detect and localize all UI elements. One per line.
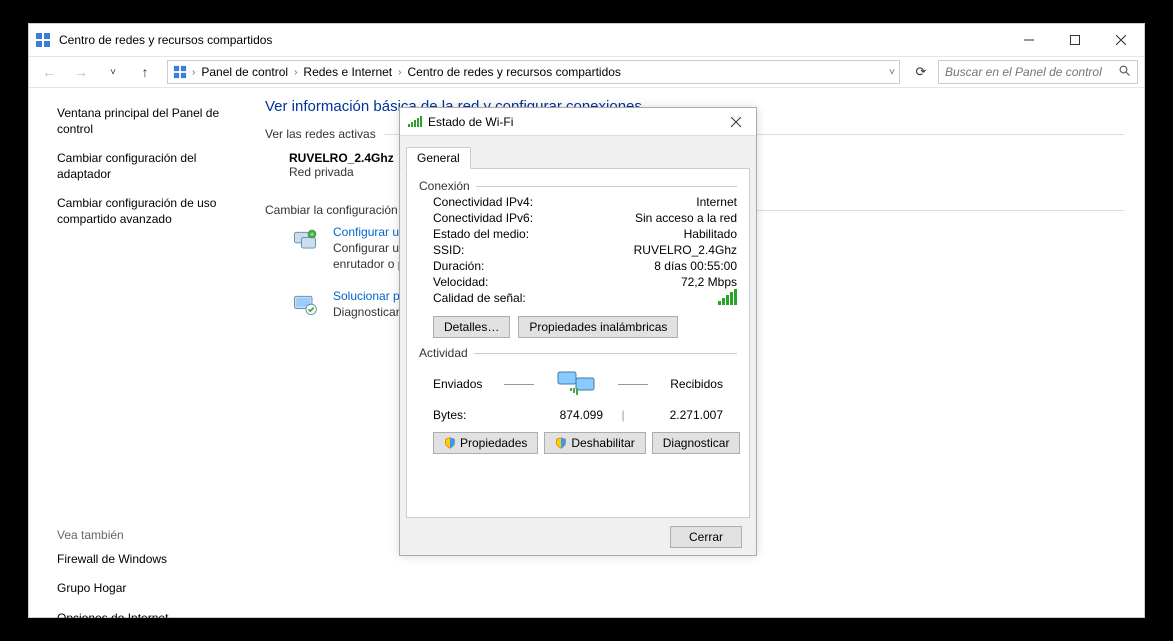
duration-value: 8 días 00:55:00: [654, 259, 737, 273]
back-button[interactable]: ←: [35, 58, 63, 86]
group-activity-label: Actividad: [419, 346, 468, 360]
breadcrumb-item[interactable]: Centro de redes y recursos compartidos: [406, 65, 623, 79]
sidebar-link-sharing[interactable]: Cambiar configuración de uso compartido …: [57, 196, 235, 227]
chevron-down-icon[interactable]: ˅: [889, 67, 895, 78]
tab-body: Conexión Conectividad IPv4:Internet Cone…: [406, 168, 750, 518]
breadcrumb-item[interactable]: Redes e Internet: [301, 65, 394, 79]
see-also-header: Vea también: [57, 528, 235, 542]
disable-button[interactable]: Deshabilitar: [544, 432, 645, 454]
ipv4-label: Conectividad IPv4:: [433, 195, 696, 209]
media-state-value: Habilitado: [684, 227, 737, 241]
computers-icon: [556, 368, 596, 400]
network-center-icon: [35, 32, 51, 48]
minimize-button[interactable]: [1006, 24, 1052, 56]
signal-bars-icon: [718, 291, 737, 308]
properties-button[interactable]: Propiedades: [433, 432, 538, 454]
search-input[interactable]: [945, 65, 1119, 79]
network-center-icon: [172, 64, 188, 80]
shield-icon: [555, 437, 567, 449]
refresh-button[interactable]: ⟳: [908, 60, 934, 84]
up-button[interactable]: ↑: [131, 58, 159, 86]
sidebar-link-adapter[interactable]: Cambiar configuración del adaptador: [57, 151, 235, 182]
dialog-close-button[interactable]: [724, 114, 748, 130]
wifi-signal-icon: [408, 113, 422, 130]
chevron-right-icon: ›: [398, 67, 401, 78]
recent-button[interactable]: ˅: [99, 58, 127, 86]
diagnose-button[interactable]: Diagnosticar: [652, 432, 741, 454]
signal-quality-label: Calidad de señal:: [433, 291, 718, 308]
bytes-sent-value: 874.099: [523, 408, 603, 422]
ipv6-value: Sin acceso a la red: [635, 211, 737, 225]
tab-strip: General: [400, 142, 756, 168]
ipv6-label: Conectividad IPv6:: [433, 211, 635, 225]
sidebar: Ventana principal del Panel de control C…: [29, 88, 245, 617]
details-button[interactable]: Detalles…: [433, 316, 510, 338]
breadcrumb[interactable]: › Panel de control › Redes e Internet › …: [167, 60, 900, 84]
sidebar-link-firewall[interactable]: Firewall de Windows: [57, 552, 235, 568]
active-networks-label: Ver las redes activas: [265, 127, 376, 141]
ipv4-value: Internet: [696, 195, 737, 209]
titlebar: Centro de redes y recursos compartidos: [29, 24, 1144, 56]
bytes-label: Bytes:: [433, 408, 523, 422]
shield-icon: [444, 437, 456, 449]
sidebar-link-home[interactable]: Ventana principal del Panel de control: [57, 106, 235, 137]
received-label: Recibidos: [670, 377, 723, 391]
troubleshoot-icon: [289, 289, 321, 321]
close-button[interactable]: [1098, 24, 1144, 56]
maximize-button[interactable]: [1052, 24, 1098, 56]
tab-general[interactable]: General: [406, 147, 471, 169]
forward-button[interactable]: →: [67, 58, 95, 86]
wifi-status-dialog: Estado de Wi-Fi General Conexión Conecti…: [399, 107, 757, 556]
navbar: ← → ˅ ↑ › Panel de control › Redes e Int…: [29, 56, 1144, 88]
sent-label: Enviados: [433, 377, 482, 391]
chevron-right-icon: ›: [294, 67, 297, 78]
sidebar-link-homegroup[interactable]: Grupo Hogar: [57, 581, 235, 597]
setup-connection-icon: +: [289, 225, 321, 257]
chevron-right-icon: ›: [192, 67, 195, 78]
close-dialog-button[interactable]: Cerrar: [670, 526, 742, 548]
ssid-label: SSID:: [433, 243, 634, 257]
ssid-value: RUVELRO_2.4Ghz: [634, 243, 737, 257]
dialog-titlebar: Estado de Wi-Fi: [400, 108, 756, 136]
dialog-title: Estado de Wi-Fi: [428, 115, 724, 129]
wireless-properties-button[interactable]: Propiedades inalámbricas: [518, 316, 678, 338]
duration-label: Duración:: [433, 259, 654, 273]
speed-value: 72,2 Mbps: [681, 275, 737, 289]
search-box[interactable]: [938, 60, 1138, 84]
media-state-label: Estado del medio:: [433, 227, 684, 241]
bytes-received-value: 2.271.007: [643, 408, 723, 422]
network-type: Red privada: [289, 165, 394, 179]
sidebar-link-inetopts[interactable]: Opciones de Internet: [57, 611, 235, 627]
change-settings-label: Cambiar la configuración de: [265, 203, 414, 217]
network-name: RUVELRO_2.4Ghz: [289, 151, 394, 165]
group-connection-label: Conexión: [419, 179, 470, 193]
breadcrumb-item[interactable]: Panel de control: [199, 65, 290, 79]
search-icon[interactable]: [1119, 65, 1131, 80]
speed-label: Velocidad:: [433, 275, 681, 289]
svg-text:+: +: [310, 232, 314, 239]
window-title: Centro de redes y recursos compartidos: [59, 33, 1006, 47]
